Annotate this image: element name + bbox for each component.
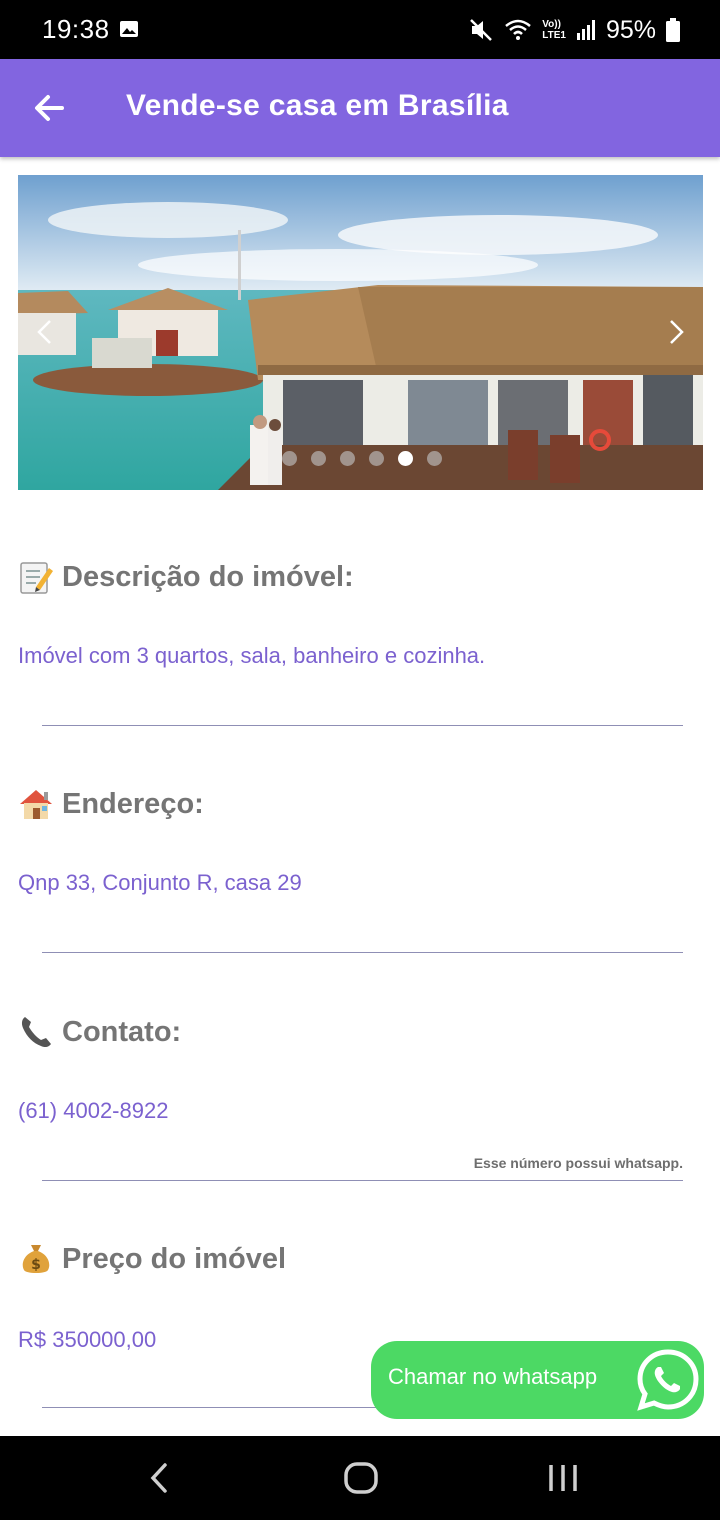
carousel-dot[interactable] (369, 451, 384, 466)
address-section: Endereço: Qnp 33, Conjunto R, casa 29 (18, 784, 683, 954)
description-title: Descrição do imóvel: (62, 560, 354, 593)
image-carousel[interactable] (18, 175, 703, 490)
carousel-dot[interactable] (427, 451, 442, 466)
carousel-dot[interactable] (398, 451, 413, 466)
volte-top-label: Vo)) (542, 19, 561, 30)
page-title: Vende-se casa em Brasília (126, 89, 509, 122)
description-section: Descrição do imóvel: Imóvel com 3 quarto… (18, 557, 683, 727)
navigation-bar (0, 1436, 720, 1520)
recents-nav-icon[interactable] (543, 1460, 583, 1496)
whatsapp-note: Esse número possui whatsapp. (473, 1155, 683, 1171)
status-bar: 19:38 Vo)) LTE1 95% (0, 0, 720, 59)
carousel-dot[interactable] (340, 451, 355, 466)
divider (42, 725, 683, 726)
divider (42, 952, 683, 953)
status-time: 19:38 (42, 14, 110, 44)
price-value: R$ 350000,00 (18, 1327, 157, 1352)
home-nav-icon[interactable] (341, 1460, 381, 1496)
address-title: Endereço: (62, 787, 204, 820)
wifi-icon (505, 19, 532, 40)
property-photo (18, 175, 703, 490)
volte-bottom-label: LTE1 (542, 30, 566, 41)
whatsapp-button-label: Chamar no whatsapp (388, 1364, 598, 1389)
volte-icon: Vo)) LTE1 (542, 19, 566, 41)
battery-percent: 95% (605, 15, 656, 44)
svg-text:$: $ (31, 1257, 41, 1273)
divider (42, 1180, 683, 1181)
chevron-left-icon[interactable] (30, 315, 60, 349)
gallery-icon (120, 21, 138, 37)
arrow-left-icon[interactable] (28, 87, 70, 129)
memo-icon (20, 562, 53, 594)
house-icon (20, 790, 52, 819)
carousel-dot[interactable] (282, 451, 297, 466)
contact-section: Contato: (61) 4002-8922 Esse número poss… (18, 1012, 683, 1182)
signal-icon (576, 20, 595, 40)
contact-phone[interactable]: (61) 4002-8922 (18, 1098, 168, 1124)
address-value: Qnp 33, Conjunto R, casa 29 (18, 870, 302, 895)
telephone-icon (21, 1017, 51, 1048)
carousel-dot[interactable] (311, 451, 326, 466)
back-nav-icon[interactable] (140, 1460, 180, 1496)
mute-icon (470, 19, 493, 41)
battery-icon (666, 18, 680, 42)
contact-title: Contato: (62, 1015, 182, 1048)
whatsapp-icon (637, 1349, 699, 1411)
price-title: Preço do imóvel (62, 1242, 287, 1275)
chevron-right-icon[interactable] (661, 315, 691, 349)
whatsapp-button[interactable]: Chamar no whatsapp (371, 1341, 704, 1419)
carousel-indicators (282, 451, 442, 466)
app-bar: Vende-se casa em Brasília (0, 59, 720, 157)
description-value: Imóvel com 3 quartos, sala, banheiro e c… (18, 643, 486, 668)
money-bag-icon: $ (22, 1245, 50, 1273)
